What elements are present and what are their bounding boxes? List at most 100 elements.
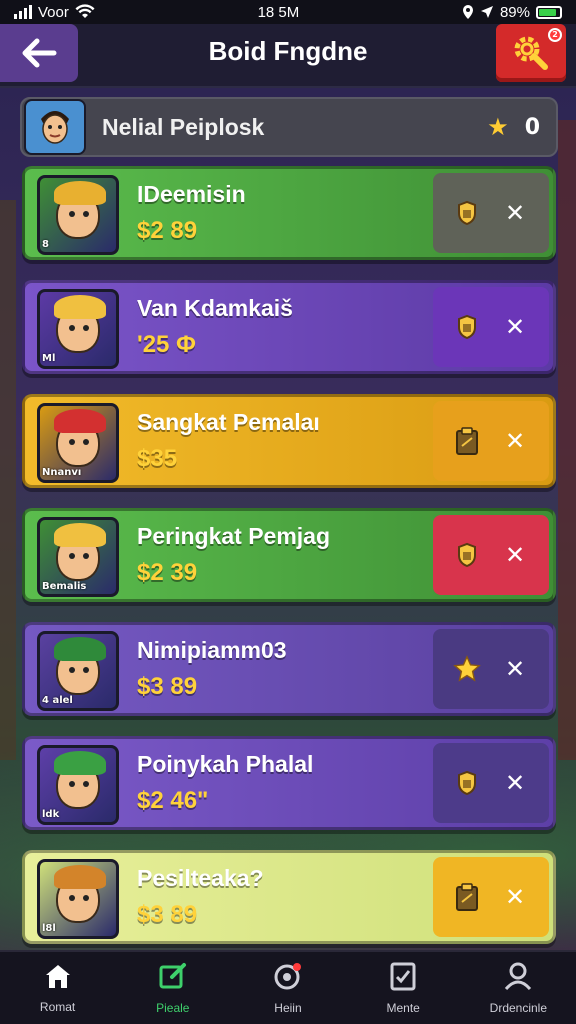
edit-icon xyxy=(158,961,188,995)
portrait-tag: 8 xyxy=(42,239,49,250)
list-item[interactable]: ldk Poinykah Phalal $2 46" ✕ xyxy=(22,736,556,830)
character-face xyxy=(54,181,106,239)
item-price: $2 39 xyxy=(137,559,198,586)
location-icon xyxy=(462,5,473,19)
item-list: 8 IDeemisin $2 89 ✕ Ml Van Kdamkaiš '25 … xyxy=(22,166,556,964)
remove-button[interactable]: ✕ xyxy=(501,313,529,341)
battery-percent: 89% xyxy=(499,3,530,21)
nav-item-profile[interactable]: Drdencinle xyxy=(468,961,568,1015)
battery-icon xyxy=(536,5,562,19)
shield-icon[interactable] xyxy=(453,199,481,227)
clipboard-icon[interactable] xyxy=(453,883,481,911)
nav-label: Mente xyxy=(386,1001,420,1015)
item-price: $3 89 xyxy=(137,901,198,928)
character-face xyxy=(54,523,106,581)
portrait-tag: 4 alel xyxy=(42,695,73,706)
gear-search-icon xyxy=(514,36,548,70)
star-icon: ★ xyxy=(487,113,509,141)
target-icon xyxy=(273,961,303,995)
checklist-icon xyxy=(389,961,417,995)
character-face xyxy=(54,751,106,809)
item-name: Nimipiamm03 xyxy=(137,637,287,663)
list-item[interactable]: l8l Pesilteaka? $3 89 ✕ xyxy=(22,850,556,944)
shield-icon[interactable] xyxy=(453,769,481,797)
status-bar: Voor 18 5M 89% xyxy=(0,0,576,24)
character-face xyxy=(54,637,106,695)
home-icon xyxy=(43,962,73,994)
item-actions: ✕ xyxy=(433,515,549,595)
notification-badge: 2 xyxy=(548,28,562,42)
remove-button[interactable]: ✕ xyxy=(501,655,529,683)
item-actions: ✕ xyxy=(433,287,549,367)
summary-label: Nelial Peiplosk xyxy=(102,113,265,140)
remove-button[interactable]: ✕ xyxy=(501,427,529,455)
navigation-icon xyxy=(480,6,493,18)
character-portrait: Bemalis xyxy=(37,517,119,597)
list-item[interactable]: Ml Van Kdamkaiš '25 Φ ✕ xyxy=(22,280,556,374)
background-shelf-right xyxy=(558,120,576,760)
character-face xyxy=(54,409,106,467)
item-actions: ✕ xyxy=(433,743,549,823)
remove-button[interactable]: ✕ xyxy=(501,769,529,797)
page-title: Boid Fngdne xyxy=(208,36,368,66)
background-shelf-left xyxy=(0,200,16,760)
nav-item-target[interactable]: Heiin xyxy=(238,961,338,1015)
nav-label: Heiin xyxy=(274,1001,302,1015)
item-price: $35 xyxy=(137,445,178,472)
profile-icon xyxy=(503,961,533,995)
avatar xyxy=(24,99,86,155)
item-price: '25 Φ xyxy=(137,331,196,358)
item-name: Peringkat Pemjag xyxy=(137,523,331,549)
item-actions: ✕ xyxy=(433,857,549,937)
character-portrait: l8l xyxy=(37,859,119,939)
character-portrait: Nnanvı xyxy=(37,403,119,483)
item-name: Pesilteaka? xyxy=(137,865,264,891)
remove-button[interactable]: ✕ xyxy=(501,541,529,569)
remove-button[interactable]: ✕ xyxy=(501,883,529,911)
portrait-tag: ldk xyxy=(42,809,60,820)
nav-label: Drdencinle xyxy=(489,1001,548,1015)
item-actions: ✕ xyxy=(433,173,549,253)
shield-icon[interactable] xyxy=(453,541,481,569)
star-icon[interactable] xyxy=(453,655,481,683)
character-face xyxy=(54,295,106,353)
app-header: Boid Fngdne 2 xyxy=(0,24,576,88)
list-item[interactable]: Bemalis Peringkat Pemjag $2 39 ✕ xyxy=(22,508,556,602)
nav-item-checklist[interactable]: Mente xyxy=(353,961,453,1015)
nav-label: Romat xyxy=(39,1000,76,1014)
item-price: $3 89 xyxy=(137,673,198,700)
portrait-tag: Bemalis xyxy=(42,581,87,592)
list-item[interactable]: 4 alel Nimipiamm03 $3 89 ✕ xyxy=(22,622,556,716)
item-name: IDeemisin xyxy=(137,181,246,207)
item-name: Van Kdamkaiš xyxy=(137,295,293,321)
item-name: Sangkat Pemalaı xyxy=(137,409,320,435)
item-price: $2 89 xyxy=(137,217,198,244)
nav-label: Pieale xyxy=(156,1001,190,1015)
settings-search-button[interactable]: 2 xyxy=(496,24,566,82)
item-price: $2 46" xyxy=(137,787,209,814)
arrow-left-icon xyxy=(22,38,57,68)
list-item[interactable]: 8 IDeemisin $2 89 ✕ xyxy=(22,166,556,260)
signal-icon xyxy=(14,5,32,19)
wifi-icon xyxy=(75,4,95,18)
item-name: Poinykah Phalal xyxy=(137,751,314,777)
item-actions: ✕ xyxy=(433,401,549,481)
nav-item-home[interactable]: Romat xyxy=(8,962,108,1014)
clipboard-icon[interactable] xyxy=(453,427,481,455)
item-actions: ✕ xyxy=(433,629,549,709)
shield-icon[interactable] xyxy=(453,313,481,341)
remove-button[interactable]: ✕ xyxy=(501,199,529,227)
back-button[interactable] xyxy=(0,24,78,82)
character-avatar-icon xyxy=(41,111,69,144)
summary-bar[interactable]: Nelial Peiplosk ★ 0 xyxy=(20,97,558,157)
nav-item-edit[interactable]: Pieale xyxy=(123,961,223,1015)
list-item[interactable]: Nnanvı Sangkat Pemalaı $35 ✕ xyxy=(22,394,556,488)
character-portrait: 8 xyxy=(37,175,119,255)
portrait-tag: l8l xyxy=(42,923,56,934)
portrait-tag: Nnanvı xyxy=(42,467,82,478)
clock: 18 5M xyxy=(257,3,300,21)
character-portrait: ldk xyxy=(37,745,119,825)
character-portrait: Ml xyxy=(37,289,119,369)
carrier-label: Voor xyxy=(38,3,69,21)
summary-count: 0 xyxy=(524,114,540,140)
